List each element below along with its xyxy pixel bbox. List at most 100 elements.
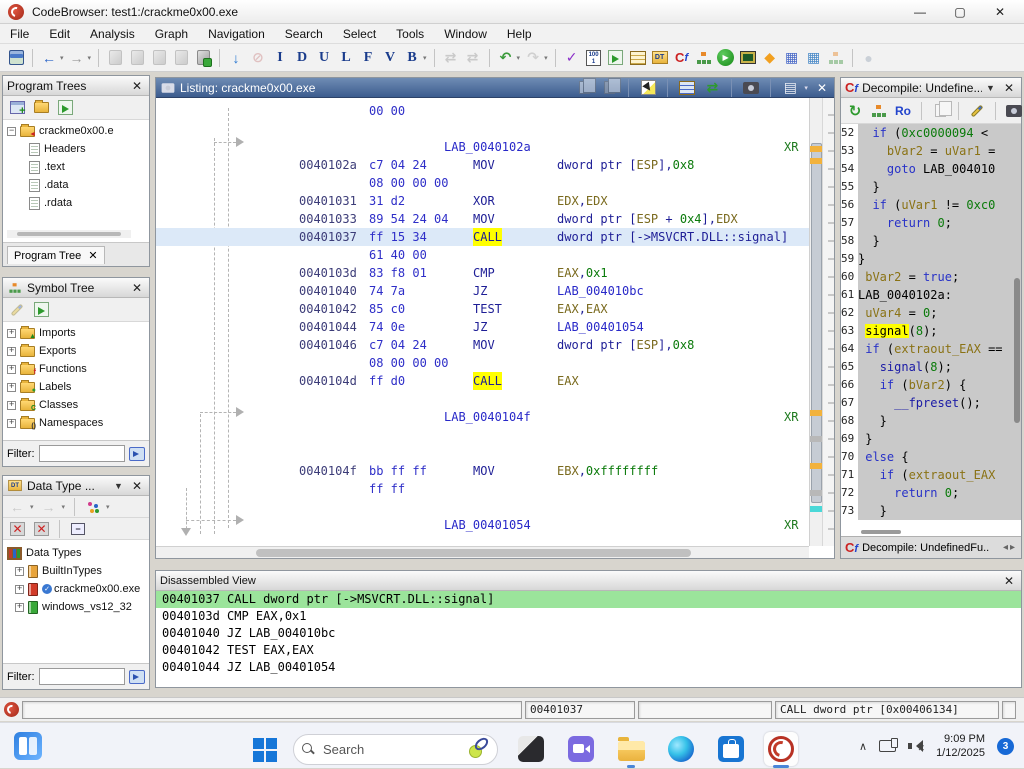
program-tree-tab[interactable]: Program Tree ✕ xyxy=(3,242,149,266)
disassembled-header[interactable]: Disassembled View ✕ xyxy=(156,571,1021,591)
decompile-line[interactable]: 53 bVar2 = uVar1 = xyxy=(841,142,1021,160)
data-type-manager-icon[interactable]: DT xyxy=(650,48,670,68)
maximize-button[interactable]: ▢ xyxy=(940,0,980,24)
tray-network-icon[interactable] xyxy=(879,740,896,752)
menu-file[interactable]: File xyxy=(0,25,39,43)
listing-row[interactable]: 08 00 00 00 xyxy=(156,174,809,192)
listing-row[interactable]: 0040104285 c0TESTEAX,EAX xyxy=(156,300,809,318)
listing-row[interactable]: 0040102ac7 04 24MOVdword ptr [ESP],0x8 xyxy=(156,156,809,174)
decompile-line[interactable]: 52 if (0xc0000094 < xyxy=(841,124,1021,142)
dt-collapse-all-icon[interactable]: − xyxy=(68,519,88,539)
listing-vscrollbar[interactable] xyxy=(809,98,822,546)
snapshot-page-icon[interactable] xyxy=(193,48,213,68)
table-export-icon[interactable]: ▦ xyxy=(804,48,824,68)
data-type-item[interactable]: BuiltInTypes xyxy=(3,562,149,580)
listing-menu-icon[interactable]: ▤ xyxy=(780,78,800,98)
listing-row[interactable]: 0040104fbb ff ffMOVEBX,0xffffffff xyxy=(156,462,809,480)
data-type-item[interactable]: windows_vs12_32 xyxy=(3,598,149,616)
menu-help[interactable]: Help xyxy=(497,25,542,43)
listing-row[interactable]: 0040104dff d0CALLEAX xyxy=(156,372,809,390)
tab-scroll-arrows[interactable]: ◂▸ xyxy=(1003,542,1017,553)
data-types-root[interactable]: Data Types xyxy=(3,544,149,562)
dt-display-options-icon[interactable] xyxy=(83,497,103,517)
decompile-line[interactable]: 61LAB_0040102a: xyxy=(841,286,1021,304)
listing-hscrollbar-thumb[interactable] xyxy=(256,549,691,557)
pull-in-icon[interactable]: ⇄ xyxy=(441,48,461,68)
checkpoint-icon[interactable]: ◆ xyxy=(760,48,780,68)
decompile-line[interactable]: 71 if (extraout_EAX xyxy=(841,466,1021,484)
decompile-line[interactable]: 72 return 0; xyxy=(841,484,1021,502)
minimize-button[interactable]: — xyxy=(900,0,940,24)
snapshot-icon[interactable] xyxy=(1004,101,1024,121)
decompile-line[interactable]: 67 __fpreset(); xyxy=(841,394,1021,412)
listing-vscrollbar-thumb[interactable] xyxy=(811,143,822,503)
filter-options-icon[interactable] xyxy=(129,670,145,684)
copy-icon[interactable] xyxy=(574,78,594,98)
memory-map-icon[interactable] xyxy=(628,48,648,68)
decompile-line[interactable]: 63 signal(8); xyxy=(841,322,1021,340)
listing-row[interactable]: 61 40 00 xyxy=(156,246,809,264)
menu-edit[interactable]: Edit xyxy=(39,25,80,43)
import-icon[interactable] xyxy=(606,48,626,68)
decompile-line[interactable]: 69 } xyxy=(841,430,1021,448)
listing-row[interactable]: 0040104074 7aJZLAB_004010bc xyxy=(156,282,809,300)
paste-icon[interactable] xyxy=(599,78,619,98)
menu-window[interactable]: Window xyxy=(434,25,497,43)
data-type-item[interactable]: ✓crackme0x00.exe xyxy=(3,580,149,598)
xref-text[interactable]: XR xyxy=(784,138,798,156)
decompile-hscrollbar-thumb[interactable] xyxy=(861,530,901,534)
listing-row[interactable] xyxy=(156,426,809,444)
decompile-line[interactable]: 64 if (extraout_EAX == xyxy=(841,340,1021,358)
listing-row[interactable]: LAB_0040102aXR xyxy=(156,138,809,156)
taskbar-app-chat[interactable] xyxy=(564,732,598,766)
symbol-tree-close-icon[interactable]: ✕ xyxy=(129,281,145,295)
decompile-line[interactable]: 68 } xyxy=(841,412,1021,430)
dt-disable-pointer-icon[interactable] xyxy=(31,519,51,539)
go-to-symbol-icon[interactable] xyxy=(31,300,51,320)
copy-special-icon[interactable] xyxy=(105,48,125,68)
data-type-close-icon[interactable]: ✕ xyxy=(129,479,145,493)
symbol-tree-item-functions[interactable]: fFunctions xyxy=(3,360,149,378)
copy-icon[interactable] xyxy=(930,101,950,121)
symbol-tree-item-imports[interactable]: ▲Imports xyxy=(3,324,149,342)
listing-row[interactable] xyxy=(156,444,809,462)
symbol-tree-filter-input[interactable] xyxy=(39,445,126,462)
decompile-menu-caret-icon[interactable]: ▼ xyxy=(986,83,995,93)
search-box[interactable]: Search xyxy=(293,734,498,765)
listing-row[interactable]: 00 00 xyxy=(156,102,809,120)
decompile-vscrollbar-thumb[interactable] xyxy=(1014,278,1020,423)
decompile-line[interactable]: 66 if (bVar2) { xyxy=(841,376,1021,394)
redo-icon[interactable]: ↷ xyxy=(523,48,543,68)
tray-chevron-icon[interactable]: ∧ xyxy=(859,740,867,753)
decompile-line[interactable]: 57 return 0; xyxy=(841,214,1021,232)
memory-icon[interactable] xyxy=(738,48,758,68)
instruction-info-icon[interactable]: I xyxy=(270,48,290,68)
run-script-icon[interactable]: ▶ xyxy=(716,48,736,68)
program-trees-close-icon[interactable]: ✕ xyxy=(129,79,145,93)
listing-row[interactable]: LAB_0040104fXR xyxy=(156,408,809,426)
xref-text[interactable]: XR xyxy=(784,408,798,426)
undefine-icon[interactable]: U xyxy=(314,48,334,68)
data-icon[interactable]: D xyxy=(292,48,312,68)
notification-badge[interactable]: 3 xyxy=(997,738,1014,755)
edit-symbol-icon[interactable] xyxy=(7,300,27,320)
tree-item[interactable]: .rdata xyxy=(3,194,149,212)
taskbar-app-edge[interactable] xyxy=(664,732,698,766)
decompile-line[interactable]: 55 } xyxy=(841,178,1021,196)
dt-disable-filter-icon[interactable] xyxy=(7,519,27,539)
structure-icon[interactable] xyxy=(826,48,846,68)
new-tree-icon[interactable] xyxy=(7,98,27,118)
menu-graph[interactable]: Graph xyxy=(145,25,198,43)
listing-content[interactable]: 00 00 LAB_0040102aXR0040102ac7 04 24MOVdw… xyxy=(156,98,834,558)
function-icon[interactable]: F xyxy=(358,48,378,68)
paste-special-icon[interactable] xyxy=(127,48,147,68)
tree-item-root[interactable]: ◄crackme0x00.e xyxy=(3,122,149,140)
widgets-icon[interactable] xyxy=(14,732,42,760)
listing-row[interactable]: 00401037ff 15 34CALLdword ptr [->MSVCRT.… xyxy=(156,228,809,246)
disassembled-close-icon[interactable]: ✕ xyxy=(1001,574,1017,588)
forward-icon[interactable]: → xyxy=(67,48,87,68)
go-next-icon[interactable]: ↓ xyxy=(226,48,246,68)
page-tool2-icon[interactable] xyxy=(171,48,191,68)
program-trees-header[interactable]: Program Trees ✕ xyxy=(3,76,149,96)
tree-item[interactable]: .data xyxy=(3,176,149,194)
